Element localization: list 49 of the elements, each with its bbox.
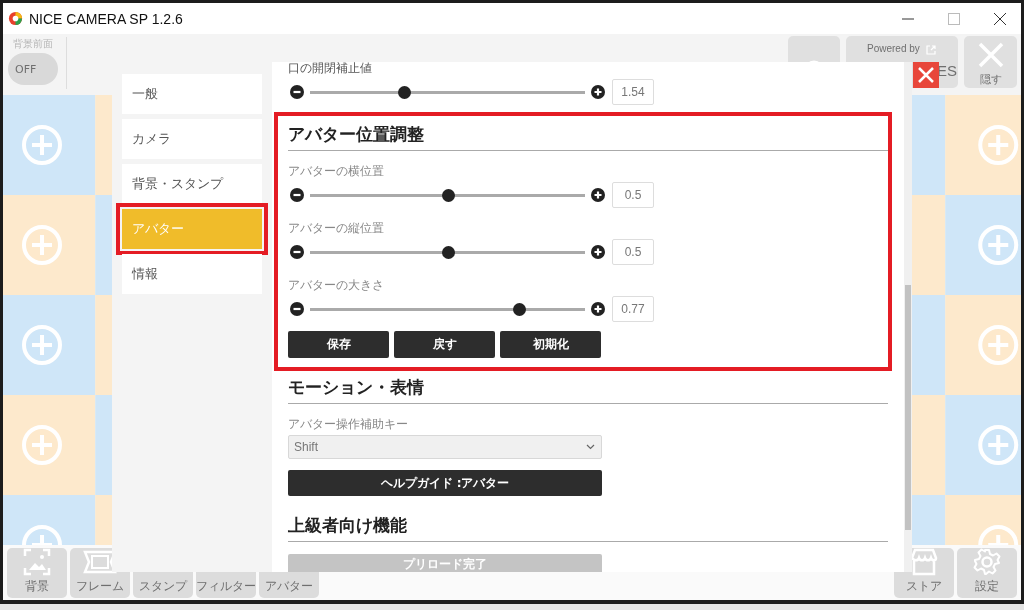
close-button[interactable] [913,62,939,88]
slider-label: アバターの大きさ [288,277,385,293]
value-field[interactable]: 0.77 [612,296,654,322]
select-label: アバター操作補助キー [288,416,409,432]
storefront-icon [909,548,939,576]
slider-thumb[interactable] [441,245,455,259]
section-title: モーション・表情 [288,369,888,404]
app-logo-icon [8,11,23,26]
close-icon[interactable] [993,11,1007,26]
value-field[interactable]: 0.5 [612,239,654,265]
minus-icon[interactable] [290,302,304,316]
toggle-switch[interactable]: OFF [8,53,58,85]
minus-icon[interactable] [290,188,304,202]
value-field[interactable]: 0.5 [612,182,654,208]
section-title: 上級者向け機能 [288,507,888,542]
external-link-icon [926,45,936,55]
window-title: NICE CAMERA SP 1.2.6 [29,10,183,27]
slider-label: アバターの縦位置 [288,220,385,236]
nav-item[interactable]: カメラ [122,119,262,159]
scrollbar-thumb[interactable] [905,285,911,530]
action-button[interactable]: 保存 [288,331,389,358]
close-icon [918,67,934,83]
value-field[interactable]: 1.54 [612,79,654,105]
toolbar-button[interactable]: 背景 [7,548,67,598]
nav-item[interactable]: 一般 [122,74,262,114]
plus-icon[interactable] [591,302,605,316]
slider-thumb[interactable] [397,85,411,99]
toolbar-button[interactable]: 設定 [957,548,1017,598]
slider-thumb[interactable] [513,302,526,316]
chevron-down-icon [586,444,595,450]
plus-icon[interactable] [591,188,605,202]
action-button[interactable]: 初期化 [500,331,601,358]
slider-label: 口の開閉補止値 [288,62,373,76]
minus-icon[interactable] [290,245,304,259]
settings-icon [973,548,1001,576]
nav-item[interactable]: 背景・スタンプ [122,164,262,204]
image-icon [23,548,51,576]
plus-icon[interactable] [591,85,605,99]
minus-icon[interactable] [290,85,304,99]
select-field[interactable]: Shift [288,435,602,459]
close-icon [977,41,1004,68]
nav-item[interactable]: 情報 [122,254,262,294]
slider-label: アバターの横位置 [288,163,385,179]
action-button[interactable]: 戻す [394,331,495,358]
wide-button[interactable]: ヘルプガイド :アバター [288,470,602,496]
plus-icon[interactable] [591,245,605,259]
hide-button[interactable]: 隠す [964,36,1017,88]
slider-thumb[interactable] [441,188,455,202]
section-title: アバター位置調整 [288,116,888,151]
